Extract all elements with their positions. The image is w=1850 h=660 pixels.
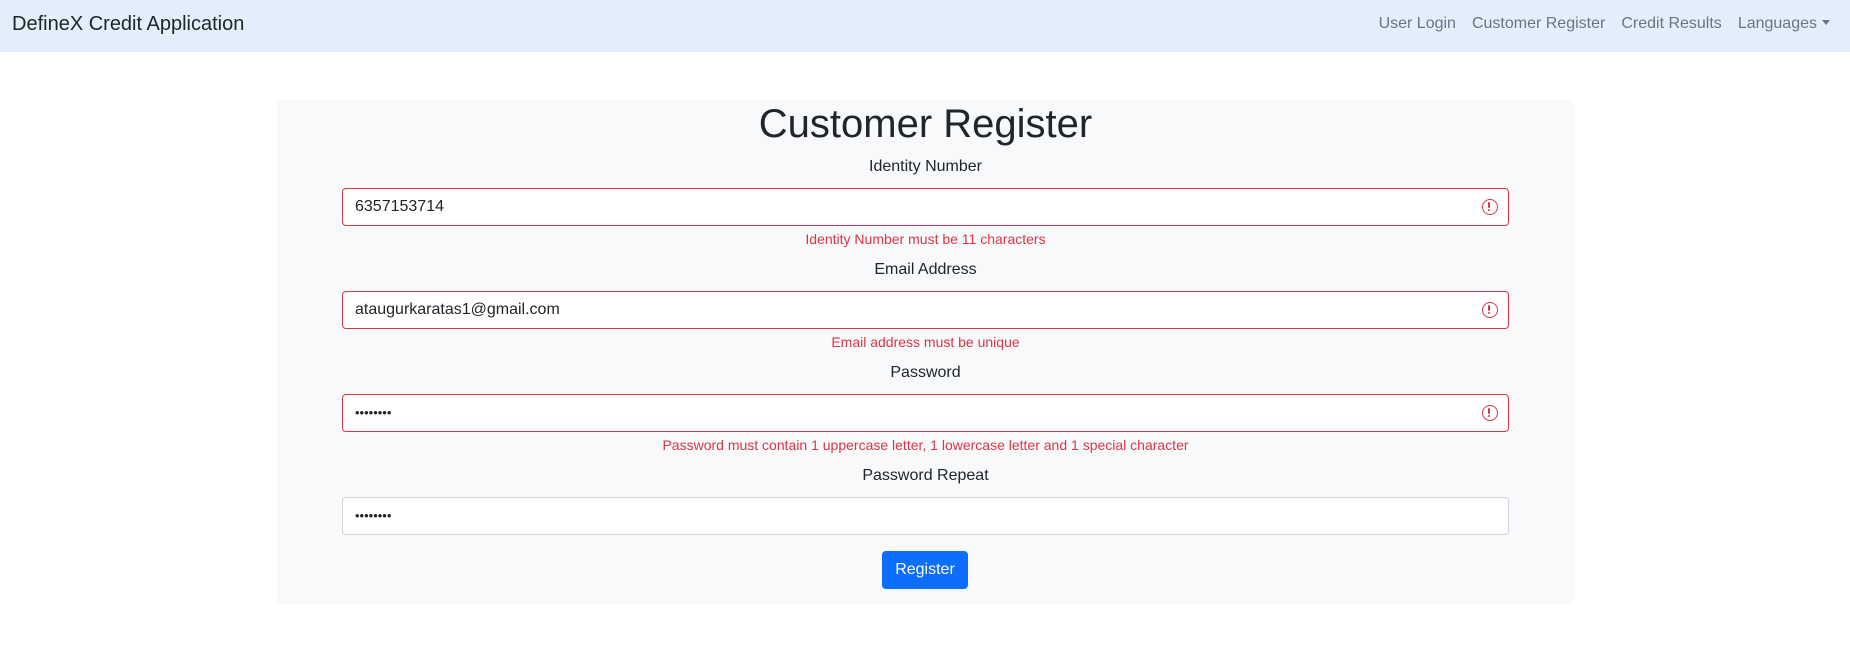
email-address-error: Email address must be unique [831, 334, 1020, 350]
nav-link-credit-results[interactable]: Credit Results [1613, 13, 1729, 35]
email-address-value: ataugurkaratas1@gmail.com [355, 301, 560, 318]
register-form-panel: Customer Register Identity Number 635715… [277, 100, 1574, 604]
page-title: Customer Register [758, 102, 1093, 146]
password-repeat-label: Password Repeat [862, 467, 989, 484]
email-address-label: Email Address [874, 261, 977, 278]
password-repeat-value: •••••••• [355, 508, 392, 523]
identity-number-label: Identity Number [869, 158, 982, 175]
identity-number-input[interactable]: 6357153714 [342, 188, 1509, 226]
caret-down-icon [1822, 20, 1830, 25]
password-input[interactable]: •••••••• [342, 394, 1509, 432]
languages-dropdown[interactable]: Languages [1730, 13, 1830, 35]
languages-label: Languages [1737, 15, 1817, 32]
password-label: Password [890, 364, 961, 381]
error-icon [1482, 199, 1498, 215]
identity-number-value: 6357153714 [355, 198, 444, 215]
email-address-input[interactable]: ataugurkaratas1@gmail.com [342, 291, 1509, 329]
error-icon [1482, 302, 1498, 318]
password-value: •••••••• [355, 405, 392, 420]
error-icon [1482, 405, 1498, 421]
nav-link-user-login[interactable]: User Login [1371, 13, 1464, 35]
brand-link[interactable]: DefineX Credit Application [12, 12, 244, 36]
nav-link-customer-register[interactable]: Customer Register [1464, 13, 1613, 35]
navbar: DefineX Credit Application User Login Cu… [0, 0, 1850, 52]
nav-links: User Login Customer Register Credit Resu… [1371, 13, 1830, 35]
register-button[interactable]: Register [882, 551, 968, 589]
password-repeat-input[interactable]: •••••••• [342, 497, 1509, 535]
password-error: Password must contain 1 uppercase letter… [662, 437, 1189, 453]
identity-number-error: Identity Number must be 11 characters [805, 231, 1046, 247]
